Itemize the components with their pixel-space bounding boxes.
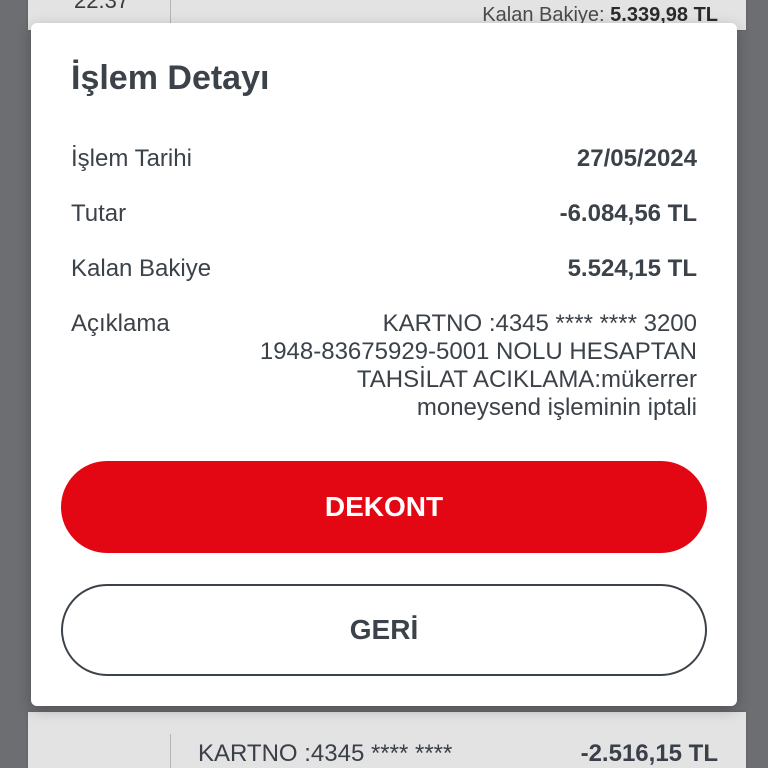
description-line: 1948-83675929-5001 NOLU HESAPTAN	[259, 338, 697, 365]
transaction-time: 22:37	[74, 0, 130, 13]
detail-row-amount: Tutar -6.084,56 TL	[71, 200, 697, 228]
transaction-description: KARTNO :4345 **** ****	[198, 740, 453, 767]
amount-value: -6.084,56 TL	[559, 200, 697, 227]
transaction-detail-dialog: İşlem Detayı İşlem Tarihi 27/05/2024 Tut…	[31, 23, 737, 706]
dekont-button[interactable]: DEKONT	[61, 461, 707, 553]
balance-label: Kalan Bakiye	[71, 255, 212, 282]
detail-row-date: İşlem Tarihi 27/05/2024	[71, 145, 697, 173]
date-value: 27/05/2024	[576, 145, 697, 172]
amount-label: Tutar	[71, 200, 127, 227]
transaction-amount: -2.516,15 TL	[580, 740, 718, 767]
divider	[170, 734, 171, 768]
description-line: moneysend işleminin iptali	[416, 394, 697, 421]
date-label: İşlem Tarihi	[71, 145, 192, 172]
description-line: KARTNO :4345 **** **** 3200	[382, 310, 697, 337]
balance-value: 5.524,15 TL	[567, 255, 697, 282]
detail-row-description: Açıklama KARTNO :4345 **** **** 3200 194…	[71, 310, 697, 422]
geri-button[interactable]: GERİ	[61, 584, 707, 676]
detail-row-balance: Kalan Bakiye 5.524,15 TL	[71, 255, 697, 283]
dialog-title: İşlem Detayı	[71, 59, 270, 97]
description-line: TAHSİLAT ACIKLAMA:mükerrer	[356, 366, 697, 393]
description-value: KARTNO :4345 **** **** 3200 1948-8367592…	[217, 310, 697, 422]
description-label: Açıklama	[71, 310, 170, 337]
